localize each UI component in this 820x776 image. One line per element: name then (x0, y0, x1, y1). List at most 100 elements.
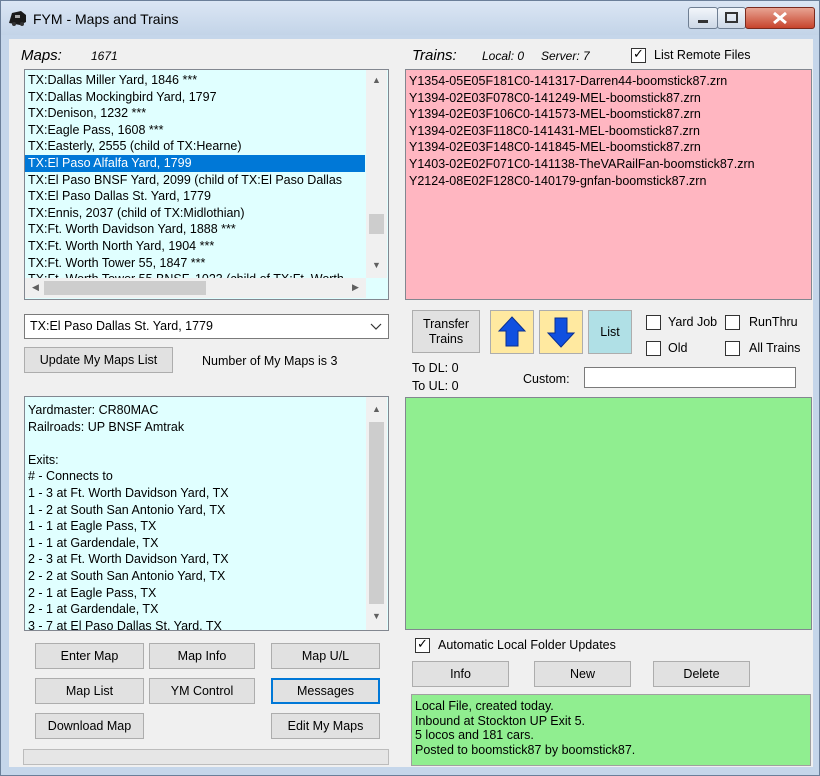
map-info-button[interactable]: Map Info (149, 643, 255, 669)
maps-hscroll-thumb[interactable] (44, 281, 206, 295)
map-list-item[interactable]: TX:Dallas Mockingbird Yard, 1797 (25, 89, 365, 106)
map-list-item[interactable]: TX:Dallas Miller Yard, 1846 *** (25, 72, 365, 89)
trains-label: Trains: (412, 47, 457, 64)
client-area: Maps: 1671 TX:Dallas Miller Yard, 1846 *… (9, 39, 813, 767)
scroll-down-icon[interactable]: ▼ (368, 611, 385, 621)
maps-vscroll-thumb[interactable] (369, 214, 384, 234)
maps-count: 1671 (91, 49, 118, 63)
auto-updates-checkbox[interactable] (415, 636, 430, 653)
minimize-button[interactable] (688, 7, 718, 29)
list-button[interactable]: List (588, 310, 632, 354)
edit-my-maps-button[interactable]: Edit My Maps (271, 713, 380, 739)
all-trains-checkbox[interactable] (725, 341, 740, 356)
my-maps-count-text: Number of My Maps is 3 (202, 354, 338, 368)
map-select-value: TX:El Paso Dallas St. Yard, 1779 (30, 319, 213, 333)
arrow-down-icon (546, 317, 576, 348)
scroll-down-icon[interactable]: ▼ (368, 260, 385, 270)
map-info-line: 2 - 2 at South San Antonio Yard, TX (28, 568, 226, 583)
map-list-item[interactable]: TX:Easterly, 2555 (child of TX:Hearne) (25, 138, 365, 155)
update-my-maps-button[interactable]: Update My Maps List (24, 347, 173, 373)
map-info-line: 3 - 7 at El Paso Dallas St. Yard, TX (28, 618, 222, 631)
remote-train-file[interactable]: Y1354-05E05F181C0-141317-Darren44-boomst… (406, 73, 806, 90)
map-select-dropdown[interactable]: TX:El Paso Dallas St. Yard, 1779 (24, 314, 389, 339)
chevron-down-icon (370, 323, 382, 330)
map-list-item[interactable]: TX:Ft. Worth North Yard, 1904 *** (25, 238, 365, 255)
remote-train-file[interactable]: Y1394-02E03F118C0-141431-MEL-boomstick87… (406, 123, 806, 140)
title-bar[interactable]: FYM - Maps and Trains (1, 1, 819, 35)
maps-list[interactable]: TX:Dallas Miller Yard, 1846 *** TX:Dallas… (24, 69, 389, 300)
auto-updates-label: Automatic Local Folder Updates (438, 638, 616, 652)
scroll-up-icon[interactable]: ▲ (368, 404, 385, 414)
info-button[interactable]: Info (412, 661, 509, 687)
remote-train-file[interactable]: Y1403-02E02F071C0-141138-TheVARailFan-bo… (406, 156, 806, 173)
map-list-item[interactable]: TX:Denison, 1232 *** (25, 105, 365, 122)
download-button[interactable] (539, 310, 583, 354)
map-info-vscroll[interactable]: ▲ ▼ (366, 397, 387, 630)
map-list-button[interactable]: Map List (35, 678, 144, 704)
scroll-left-icon[interactable]: ◀ (27, 282, 44, 293)
progress-bar (23, 749, 389, 765)
local-trains-list[interactable] (405, 397, 812, 630)
trains-server-count: Server: 7 (541, 49, 590, 63)
maximize-icon (725, 12, 738, 23)
map-list-item[interactable]: TX:Ennis, 2037 (child of TX:Midlothian) (25, 205, 365, 222)
map-info-line: 1 - 1 at Eagle Pass, TX (28, 519, 157, 534)
map-info-text[interactable]: Yardmaster: CR80MAC Railroads: UP BNSF Am… (24, 396, 389, 631)
run-thru-checkbox[interactable] (725, 315, 740, 330)
map-info-line: 1 - 1 at Gardendale, TX (28, 535, 159, 550)
map-list-item[interactable]: TX:Ft. Worth Davidson Yard, 1888 *** (25, 221, 365, 238)
map-info-line: # - Connects to (28, 469, 113, 484)
remote-train-file[interactable]: Y1394-02E03F106C0-141573-MEL-boomstick87… (406, 106, 806, 123)
map-list-item[interactable]: TX:El Paso BNSF Yard, 2099 (child of TX:… (25, 172, 365, 189)
map-info-line (25, 435, 365, 452)
map-info-line: Exits: (28, 452, 59, 467)
scroll-right-icon[interactable]: ▶ (347, 282, 364, 293)
detail-line: Local File, created today. (415, 699, 554, 713)
messages-button[interactable]: Messages (271, 678, 380, 704)
remote-train-file[interactable]: Y1394-02E03F148C0-141845-MEL-boomstick87… (406, 139, 806, 156)
train-icon (9, 11, 26, 26)
minimize-icon (698, 20, 708, 23)
transfer-trains-button[interactable]: Transfer Trains (412, 310, 480, 353)
download-map-button[interactable]: Download Map (35, 713, 144, 739)
remote-train-file[interactable]: Y1394-02E03F078C0-141249-MEL-boomstick87… (406, 90, 806, 107)
maximize-button[interactable] (717, 7, 746, 29)
detail-line: Inbound at Stockton UP Exit 5. (415, 713, 586, 728)
enter-map-button[interactable]: Enter Map (35, 643, 144, 669)
delete-button[interactable]: Delete (653, 661, 750, 687)
arrow-up-icon (497, 316, 527, 347)
scroll-up-icon[interactable]: ▲ (368, 75, 385, 85)
upload-button[interactable] (490, 310, 534, 354)
detail-line: 5 locos and 181 cars. (415, 728, 534, 742)
yard-job-checkbox[interactable] (646, 315, 661, 330)
map-info-line: Railroads: UP BNSF Amtrak (28, 419, 185, 434)
map-info-line: 1 - 3 at Ft. Worth Davidson Yard, TX (28, 485, 229, 500)
map-list-item[interactable]: TX:El Paso Alfalfa Yard, 1799 (25, 154, 365, 172)
map-list-item[interactable]: TX:Ft. Worth Tower 55, 1847 *** (25, 255, 365, 272)
map-info-line: Yardmaster: CR80MAC (28, 403, 159, 417)
to-ul-count: To UL: 0 (412, 379, 459, 393)
ym-control-button[interactable]: YM Control (149, 678, 255, 704)
map-ul-button[interactable]: Map U/L (271, 643, 380, 669)
detail-line: Posted to boomstick87 by boomstick87. (415, 742, 636, 757)
custom-input[interactable] (584, 367, 796, 388)
yard-job-label: Yard Job (668, 315, 718, 329)
map-info-vscroll-thumb[interactable] (369, 422, 384, 604)
map-info-line: 2 - 1 at Gardendale, TX (28, 602, 159, 617)
map-list-item[interactable]: TX:Eagle Pass, 1608 *** (25, 122, 365, 139)
remote-train-file[interactable]: Y2124-08E02F128C0-140179-gnfan-boomstick… (406, 173, 806, 190)
old-label: Old (668, 341, 688, 355)
map-info-line: 2 - 1 at Eagle Pass, TX (28, 585, 157, 600)
to-dl-count: To DL: 0 (412, 361, 459, 375)
custom-label: Custom: (523, 372, 570, 386)
list-remote-files-checkbox[interactable] (631, 46, 646, 63)
remote-trains-list[interactable]: Y1354-05E05F181C0-141317-Darren44-boomst… (405, 69, 812, 300)
maps-vscroll[interactable]: ▲ ▼ (366, 70, 387, 278)
close-icon (773, 11, 787, 25)
maps-hscroll[interactable]: ◀ ▶ (25, 278, 366, 298)
old-checkbox[interactable] (646, 341, 661, 356)
window-title: FYM - Maps and Trains (33, 11, 179, 27)
close-button[interactable] (745, 7, 815, 29)
new-button[interactable]: New (534, 661, 631, 687)
map-list-item[interactable]: TX:El Paso Dallas St. Yard, 1779 (25, 188, 365, 205)
